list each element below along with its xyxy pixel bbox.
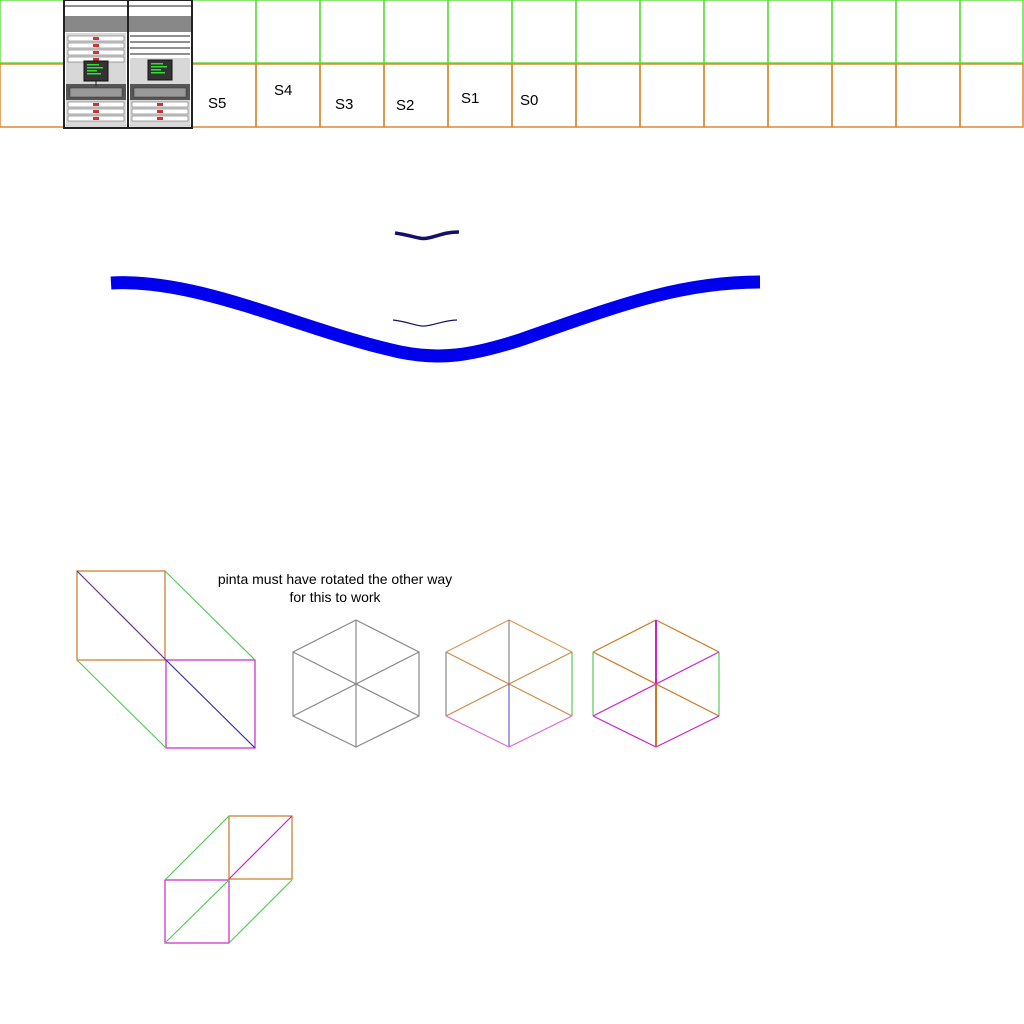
annotation-note: pinta must have rotated the other way fo… [205,570,465,606]
slot-label-s4: S4 [274,82,293,99]
slot-label-s2: S2 [396,97,415,114]
slot-label-s3: S3 [335,96,354,113]
annotation-line-2: for this to work [289,589,381,605]
diagram-canvas [0,0,1024,944]
hexagon-colored-alt [592,619,720,748]
hexagon-gray [292,619,420,748]
slot-label-s0: S0 [520,92,539,109]
slot-label-s1: S1 [461,90,480,107]
slot-label-s5: S5 [208,95,227,112]
small-wave-bottom [392,319,458,327]
server-rack-icon [63,0,129,129]
annotation-line-1: pinta must have rotated the other way [217,571,453,587]
large-blue-wave [110,275,761,363]
parallelogram-figure-small [164,815,293,944]
server-rack-icon [127,0,193,129]
hexagon-colored [445,619,573,748]
small-wave-top [394,230,460,241]
